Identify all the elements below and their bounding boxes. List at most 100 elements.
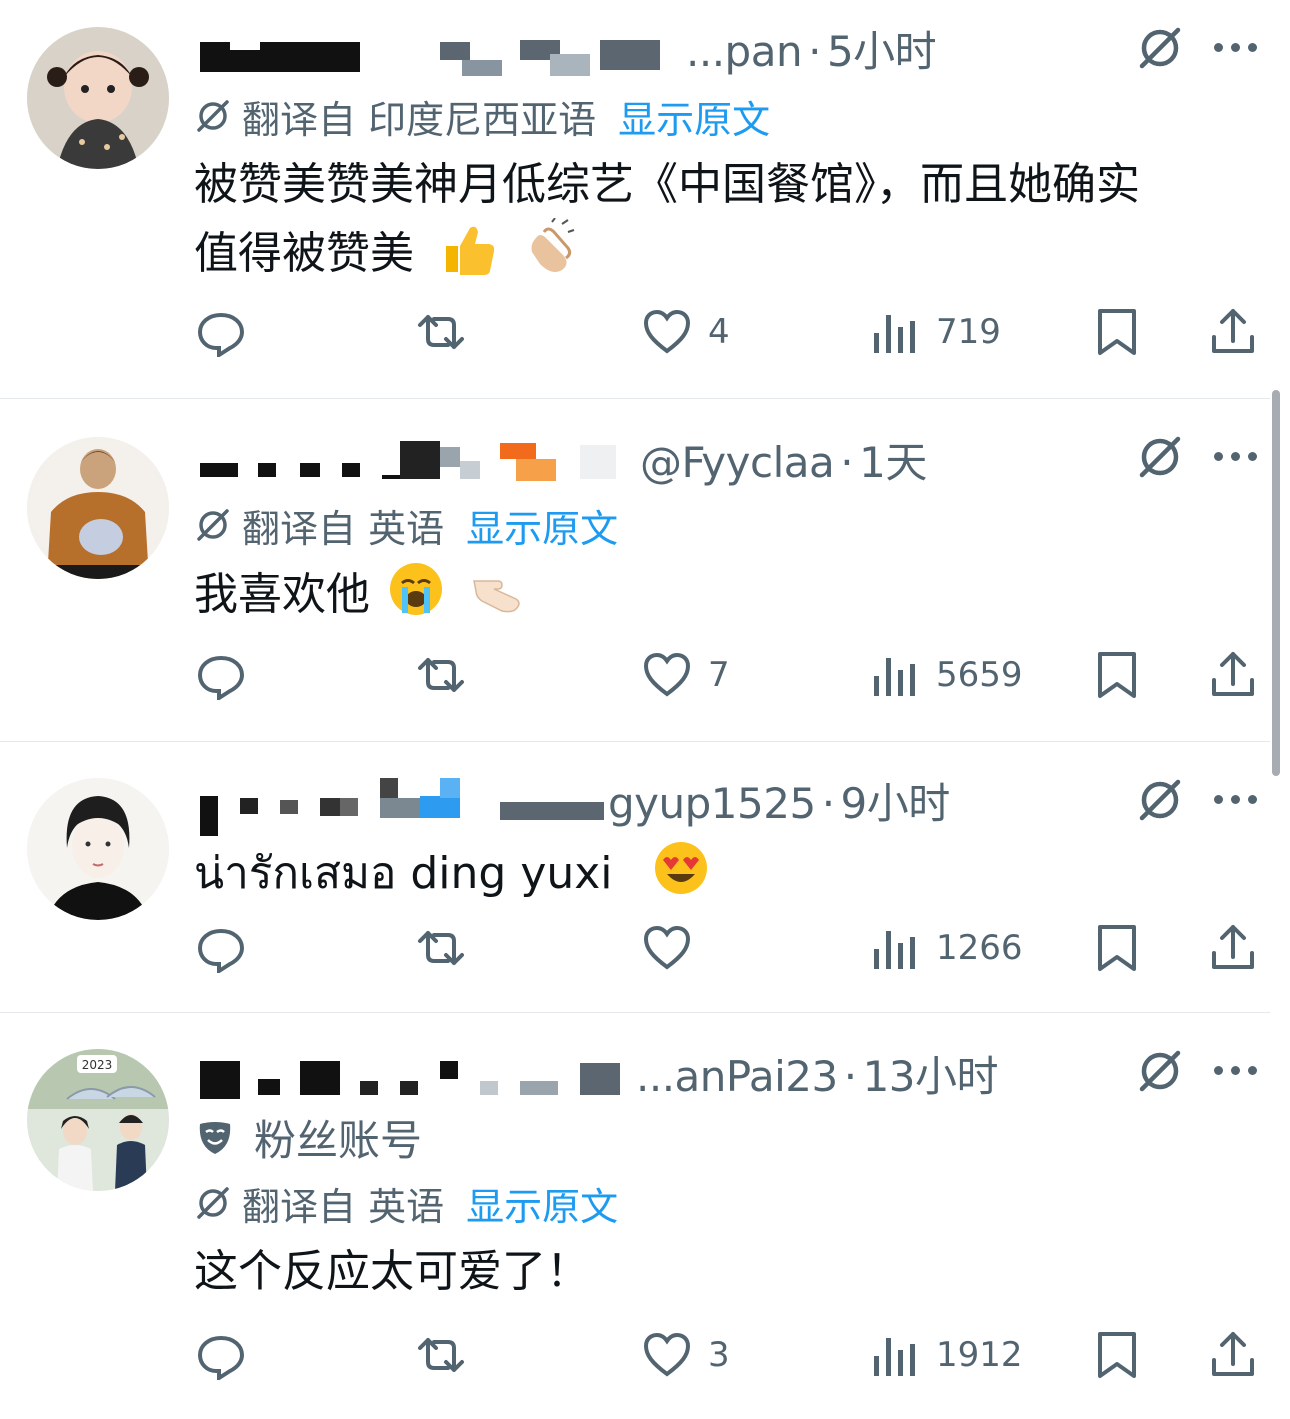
bookmark-button[interactable] — [1092, 1325, 1142, 1385]
views-icon — [874, 315, 915, 353]
share-button[interactable] — [1208, 302, 1258, 362]
heart-icon — [643, 309, 691, 354]
show-original-link[interactable]: 显示原文 — [466, 1176, 618, 1231]
blurred-display-name — [196, 431, 640, 487]
action-bar: 7 5659 — [0, 645, 1290, 705]
view-count: 719 — [936, 312, 1001, 352]
like-button[interactable]: 7 — [642, 645, 730, 705]
reply-button[interactable] — [196, 1325, 246, 1385]
more-options-icon[interactable] — [1212, 40, 1260, 56]
user-name-row[interactable]: ...pan · 5小时 — [196, 18, 937, 79]
blurred-display-name — [196, 20, 686, 76]
post-time: 9小时 — [840, 778, 951, 828]
repost-icon — [418, 1338, 464, 1372]
translation-label: 翻译自 英语 — [242, 1184, 445, 1229]
avatar[interactable] — [27, 778, 169, 920]
view-count: 1912 — [936, 1335, 1023, 1375]
avatar[interactable] — [27, 437, 169, 579]
share-button[interactable] — [1208, 1325, 1258, 1385]
show-original-link[interactable]: 显示原文 — [618, 89, 770, 144]
like-count: 4 — [708, 312, 730, 352]
like-button[interactable]: 3 — [642, 1325, 730, 1385]
repost-button[interactable] — [416, 1325, 466, 1385]
views-button[interactable]: 1912 — [870, 1325, 1023, 1385]
translation-note: 翻译自 英语 显示原文 — [194, 1177, 618, 1229]
post-4[interactable]: 2023 ...anPai23 · 13小时 粉丝账号 翻译自 英语 显示原文 … — [0, 1013, 1290, 1419]
grok-icon[interactable] — [1134, 431, 1186, 483]
repost-button[interactable] — [416, 302, 466, 362]
more-options-icon[interactable] — [1212, 792, 1260, 808]
post-1[interactable]: ...pan · 5小时 翻译自 印度尼西亚语 显示原文 被赞美赞美神月低综艺《中国… — [0, 0, 1290, 398]
like-button[interactable] — [642, 918, 708, 978]
show-original-link[interactable]: 显示原文 — [466, 498, 618, 553]
user-handle[interactable]: ...anPai23 · 13小时 — [636, 1043, 999, 1104]
bookmark-button[interactable] — [1092, 302, 1142, 362]
heart-icon — [643, 925, 691, 970]
reply-icon — [197, 312, 245, 357]
grok-icon[interactable] — [1134, 22, 1186, 74]
post-text: 我喜欢他 — [194, 559, 530, 628]
avatar-badge: 2023 — [82, 1058, 113, 1072]
user-name-row[interactable]: @Fyyclaa · 1天 — [196, 431, 927, 487]
translation-note: 翻译自 印度尼西亚语 显示原文 — [194, 90, 770, 142]
reply-button[interactable] — [196, 918, 246, 978]
more-options-icon[interactable] — [1212, 449, 1260, 465]
grok-icon[interactable] — [1134, 774, 1186, 826]
reply-icon — [197, 1335, 245, 1380]
action-bar: 1266 — [0, 918, 1290, 978]
action-bar: 4 719 — [0, 302, 1290, 362]
views-button[interactable]: 5659 — [870, 645, 1023, 705]
share-button[interactable] — [1208, 918, 1258, 978]
post-time: 1天 — [859, 437, 927, 487]
grok-icon[interactable] — [1134, 1045, 1186, 1097]
bookmark-button[interactable] — [1092, 645, 1142, 705]
share-button[interactable] — [1208, 645, 1258, 705]
post-text: น่ารักเสมอ ding yuxi — [194, 838, 711, 907]
user-handle[interactable]: ...pan · 5小时 — [686, 18, 937, 79]
translation-note: 翻译自 英语 显示原文 — [194, 499, 618, 551]
user-name-row[interactable]: ...anPai23 · 13小时 — [196, 1043, 999, 1104]
scrollbar[interactable] — [1272, 390, 1280, 776]
heart-icon — [643, 652, 691, 697]
repost-button[interactable] — [416, 918, 466, 978]
heart-eyes-emoji — [654, 842, 707, 894]
avatar[interactable] — [27, 27, 169, 169]
repost-icon — [418, 931, 464, 965]
share-icon — [1212, 925, 1254, 969]
user-handle[interactable]: @Fyyclaa · 1天 — [640, 429, 927, 490]
translation-label: 翻译自 印度尼西亚语 — [242, 97, 597, 142]
heart-icon — [643, 1332, 691, 1377]
user-name-row[interactable]: gyup1525 · 9小时 — [196, 770, 950, 836]
reply-icon — [197, 928, 245, 973]
post-text: 被赞美赞美神月低综艺《中国餐馆》，而且她确实 值得被赞美 — [194, 159, 1140, 279]
translate-icon — [197, 509, 229, 541]
views-button[interactable]: 1266 — [870, 918, 1023, 978]
share-icon — [1212, 1332, 1254, 1376]
bookmark-icon — [1098, 1332, 1136, 1378]
translate-icon — [197, 100, 229, 132]
user-handle[interactable]: gyup1525 · 9小时 — [608, 770, 950, 831]
thumbs-up-emoji — [446, 226, 495, 275]
post-3[interactable]: gyup1525 · 9小时 น่ารักเสมอ ding yuxi 1266 — [0, 742, 1290, 1012]
view-count: 5659 — [936, 655, 1023, 695]
reply-button[interactable] — [196, 645, 246, 705]
more-options-icon[interactable] — [1212, 1063, 1260, 1079]
views-button[interactable]: 719 — [870, 302, 1001, 362]
post-2[interactable]: @Fyyclaa · 1天 翻译自 英语 显示原文 我喜欢他 7 5659 — [0, 399, 1290, 741]
views-icon — [874, 931, 915, 969]
theater-mask-icon — [199, 1122, 231, 1154]
like-button[interactable]: 4 — [642, 302, 730, 362]
repost-icon — [418, 315, 464, 349]
fan-account-label: 粉丝账号 — [196, 1109, 422, 1165]
reply-button[interactable] — [196, 302, 246, 362]
crying-face-emoji — [390, 563, 442, 615]
avatar[interactable]: 2023 — [27, 1049, 169, 1191]
repost-button[interactable] — [416, 645, 466, 705]
translation-label: 翻译自 英语 — [242, 506, 445, 551]
views-icon — [874, 658, 915, 696]
like-count: 7 — [708, 655, 730, 695]
blurred-display-name — [196, 1045, 636, 1101]
view-count: 1266 — [936, 928, 1023, 968]
bookmark-button[interactable] — [1092, 918, 1142, 978]
like-count: 3 — [708, 1335, 730, 1375]
